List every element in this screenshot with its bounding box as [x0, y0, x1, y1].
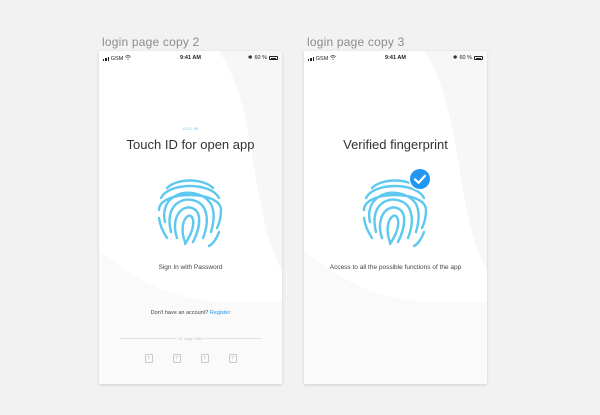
- fingerprint-icon[interactable]: [155, 174, 225, 248]
- social-login-row: ? ? ? ?: [99, 354, 282, 363]
- bluetooth-icon: ✱: [452, 55, 458, 61]
- verified-caption: Access to all the possible functions of …: [329, 264, 462, 271]
- page-title: Touch ID for open app: [126, 137, 255, 152]
- check-badge-icon: [408, 167, 432, 191]
- account-prompt: Don't have an account? Register: [99, 310, 282, 316]
- account-prompt-text: Don't have an account?: [150, 310, 209, 316]
- page-title: Verified fingerprint: [343, 137, 448, 152]
- battery-percent: 60 %: [254, 55, 267, 61]
- social-login-icon[interactable]: ?: [200, 354, 209, 363]
- battery-icon: [474, 56, 483, 60]
- status-bar: GSM 9:41 AM ✱ 60 %: [304, 51, 487, 65]
- social-login-icon[interactable]: ?: [172, 354, 181, 363]
- battery-icon: [269, 56, 278, 60]
- register-link[interactable]: Register: [210, 310, 230, 316]
- divider-line-right: [204, 338, 262, 339]
- social-login-icon[interactable]: ?: [228, 354, 237, 363]
- artboard-login-touch-id: GSM 9:41 AM ✱ 60 % LOG IN Touch ID for o…: [99, 51, 282, 384]
- artboard-label[interactable]: login page copy 2: [102, 35, 199, 49]
- battery-percent: 60 %: [459, 55, 472, 61]
- sign-in-with-password-link[interactable]: Sign In with Password: [99, 264, 282, 271]
- status-bar: GSM 9:41 AM ✱ 60 %: [99, 51, 282, 65]
- artboard-label[interactable]: login page copy 3: [307, 35, 404, 49]
- divider: Or Login With: [119, 336, 262, 341]
- accent-label: LOG IN: [182, 126, 199, 131]
- artboard-verified-fingerprint: GSM 9:41 AM ✱ 60 % Verified fingerprint …: [304, 51, 487, 384]
- social-login-icon[interactable]: ?: [144, 354, 153, 363]
- bluetooth-icon: ✱: [247, 55, 253, 61]
